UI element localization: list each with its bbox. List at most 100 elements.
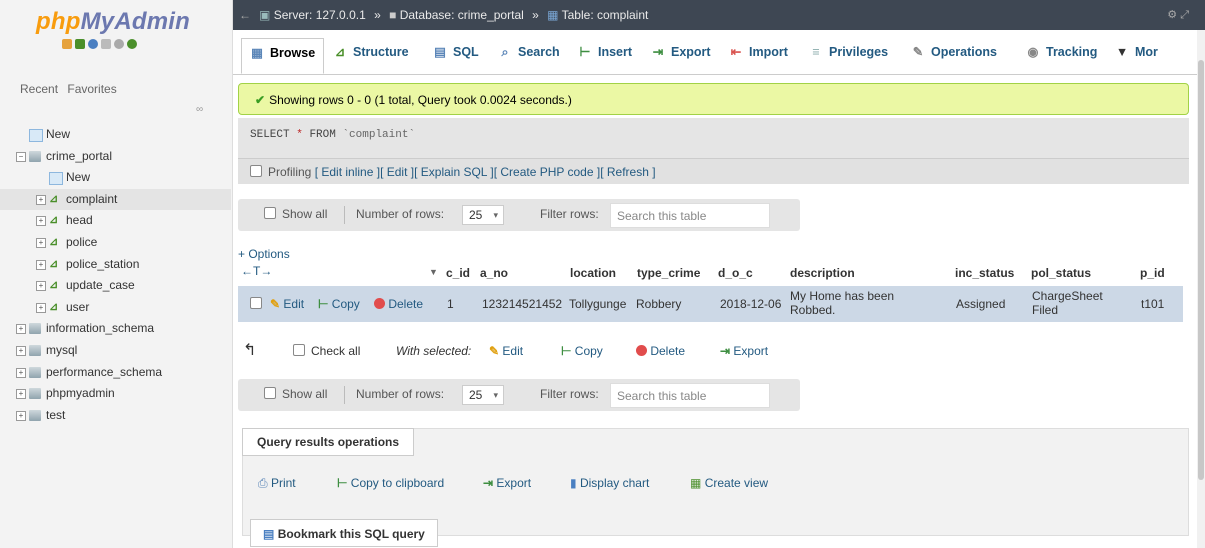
options-link[interactable]: + Options xyxy=(238,247,290,261)
tab-sql[interactable]: ▤ SQL xyxy=(433,40,479,72)
expand-icon[interactable]: + xyxy=(36,281,46,292)
nav-tree-item[interactable]: + ⊿ police_station xyxy=(0,254,231,276)
docs-icon[interactable] xyxy=(101,39,111,49)
column-header-location[interactable]: location xyxy=(570,266,616,280)
column-header-d_o_c[interactable]: d_o_c xyxy=(718,266,753,280)
logout-icon[interactable] xyxy=(75,39,85,49)
home-icon[interactable] xyxy=(62,39,72,49)
cell-location[interactable]: Tollygunge xyxy=(569,297,626,311)
search-input[interactable]: Search this table xyxy=(610,203,770,228)
tab-import[interactable]: ⇤ Import xyxy=(729,40,788,72)
expand-icon[interactable]: + xyxy=(36,194,46,205)
expand-icon[interactable]: + xyxy=(36,302,46,313)
nav-tree-item[interactable]: + performance_schema xyxy=(0,362,231,384)
column-header-a_no[interactable]: a_no xyxy=(480,266,508,280)
tab-structure[interactable]: ⊿ Structure xyxy=(333,40,409,72)
tab-export[interactable]: ⇥ Export xyxy=(651,40,711,72)
phpmyadmin-logo[interactable]: phpMyAdmin xyxy=(36,8,190,36)
create-php-code-link[interactable]: [ Create PHP code ] xyxy=(494,165,601,179)
sort-down-icon[interactable]: ▼ xyxy=(429,267,438,277)
nav-tree-item[interactable]: + ⊿ complaint xyxy=(0,188,231,211)
rows-select[interactable]: 25 ▾ xyxy=(462,385,504,405)
tab-browse[interactable]: ▦ Browse xyxy=(241,38,325,74)
bookmark-sql-query[interactable]: ▤ Bookmark this SQL query xyxy=(250,519,438,547)
link-icon[interactable]: ∞ xyxy=(196,104,203,115)
profiling-checkbox[interactable] xyxy=(250,165,262,177)
edit-inline-link[interactable]: [ Edit inline ] xyxy=(315,165,380,179)
refresh-link[interactable]: [ Refresh ] xyxy=(600,165,655,179)
tab-operations[interactable]: ✎ Operations xyxy=(911,40,997,72)
show-all-checkbox[interactable] xyxy=(264,387,276,399)
nav-tree-item[interactable]: + phpmyadmin xyxy=(0,383,231,405)
tab-privileges[interactable]: ≡ Privileges xyxy=(809,40,888,72)
nav-tree-item[interactable]: + ⊿ user xyxy=(0,297,231,319)
column-arrows-icon[interactable]: ←T→ xyxy=(241,264,272,278)
sql-query-box[interactable]: SELECT * FROM `complaint` xyxy=(238,118,1189,158)
breadcrumb-server[interactable]: Server: 127.0.0.1 xyxy=(274,8,366,22)
explain-sql-link[interactable]: [ Explain SQL ] xyxy=(414,165,494,179)
tab-mor[interactable]: ▼ Mor xyxy=(1115,40,1158,72)
cell-type_crime[interactable]: Robbery xyxy=(636,297,681,311)
row-copy-button[interactable]: ⊢ Copy xyxy=(318,297,360,311)
column-header-type_crime[interactable]: type_crime xyxy=(637,266,700,280)
column-header-pol_status[interactable]: pol_status xyxy=(1031,266,1091,280)
nav-tree-item[interactable]: + ⊿ update_case xyxy=(0,275,231,297)
row-delete-button[interactable]: Delete xyxy=(374,297,423,311)
nav-tree-item[interactable]: New xyxy=(0,167,231,189)
expand-icon[interactable]: + xyxy=(16,367,26,378)
show-all-checkbox[interactable] xyxy=(264,207,276,219)
tab-favorites[interactable]: Favorites xyxy=(67,82,116,96)
nav-tree-item[interactable]: + information_schema xyxy=(0,318,231,340)
help-icon[interactable] xyxy=(88,39,98,49)
nav-tree-item[interactable]: + ⊿ head xyxy=(0,210,231,232)
breadcrumb-database[interactable]: Database: crime_portal xyxy=(400,8,524,22)
reload-icon[interactable] xyxy=(127,39,137,49)
collapse-icon[interactable]: − xyxy=(16,151,26,162)
tab-recent[interactable]: Recent xyxy=(20,82,58,96)
tab-insert[interactable]: ⊢ Insert xyxy=(578,40,633,72)
expand-icon[interactable]: + xyxy=(36,216,46,227)
column-header-p_id[interactable]: p_id xyxy=(1140,266,1165,280)
cell-c_id[interactable]: 1 xyxy=(447,297,454,311)
nav-tree-item[interactable]: + test xyxy=(0,405,231,427)
selected-copy-button[interactable]: ⊢ Copy xyxy=(561,344,603,358)
row-checkbox[interactable] xyxy=(250,297,268,311)
row-edit-button[interactable]: ✎ Edit xyxy=(270,297,304,311)
scrollbar[interactable] xyxy=(1197,30,1205,548)
selected-edit-button[interactable]: ✎ Edit xyxy=(489,344,523,358)
column-header-description[interactable]: description xyxy=(790,266,855,280)
expand-icon[interactable]: + xyxy=(36,259,46,270)
tab-search[interactable]: ⌕ Search xyxy=(498,40,559,72)
copy-to-clipboard-link[interactable]: ⊢ Copy to clipboard xyxy=(337,476,444,490)
search-input[interactable]: Search this table xyxy=(610,383,770,408)
expand-icon[interactable]: + xyxy=(16,324,26,335)
display-chart-link[interactable]: ▮ Display chart xyxy=(570,476,649,490)
export-link[interactable]: ⇥ Export xyxy=(483,476,531,490)
scrollbar-thumb[interactable] xyxy=(1198,60,1204,480)
expand-icon[interactable]: + xyxy=(16,410,26,421)
collapse-icon[interactable]: ← xyxy=(239,8,251,22)
expand-icon[interactable]: + xyxy=(16,389,26,400)
expand-icon[interactable]: + xyxy=(16,345,26,356)
cell-a_no[interactable]: 123214521452 xyxy=(482,297,562,311)
nav-tree-item[interactable]: + ⊿ police xyxy=(0,232,231,254)
breadcrumb-table[interactable]: Table: complaint xyxy=(562,8,649,22)
selected-export-button[interactable]: ⇥ Export xyxy=(720,344,768,358)
check-all-checkbox[interactable] xyxy=(293,344,305,356)
check-all[interactable]: Check all xyxy=(293,344,360,358)
print-link[interactable]: ⎙ Print xyxy=(258,476,296,491)
column-header-c_id[interactable]: c_id xyxy=(446,266,470,280)
create-view-link[interactable]: ▦ Create view xyxy=(690,476,768,490)
tab-tracking[interactable]: ◉ Tracking xyxy=(1026,40,1098,72)
nav-tree-item[interactable]: − crime_portal xyxy=(0,146,231,168)
cell-pol_status[interactable]: ChargeSheet Filed xyxy=(1032,289,1103,317)
cell-p_id[interactable]: t101 xyxy=(1141,297,1164,311)
selected-delete-button[interactable]: Delete xyxy=(636,344,685,358)
nav-tree-item[interactable]: + mysql xyxy=(0,340,231,362)
settings-icon[interactable] xyxy=(114,39,124,49)
show-all[interactable]: Show all xyxy=(264,387,327,401)
expand-icon[interactable]: + xyxy=(36,237,46,248)
cell-d_o_c[interactable]: 2018-12-06 xyxy=(720,297,781,311)
settings-icon[interactable]: ⚙ ⤢ xyxy=(1167,8,1189,22)
column-header-inc_status[interactable]: inc_status xyxy=(955,266,1014,280)
